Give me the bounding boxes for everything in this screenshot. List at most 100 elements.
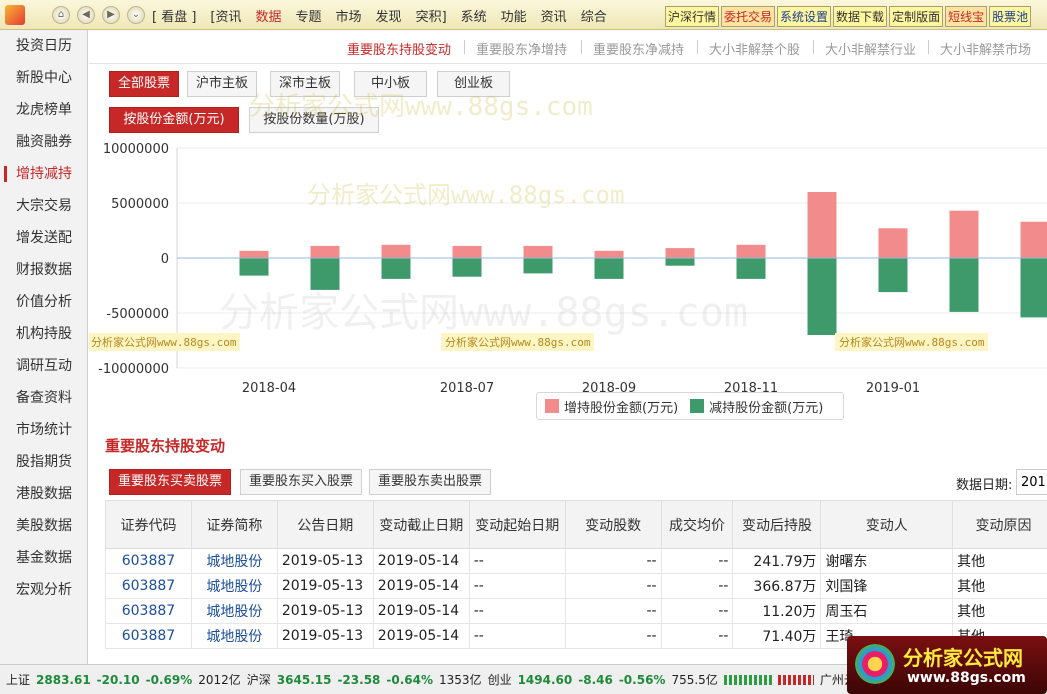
sidebar-item[interactable]: 市场统计 [0, 414, 87, 446]
more-down-icon[interactable]: ⌄ [127, 6, 145, 24]
table-header-cell[interactable]: 成交均价 [660, 500, 734, 549]
main-content: 重要股东持股变动 重要股东净增持 重要股东净减持 大小非解禁个股 大小非解禁行业 大小非解… [89, 30, 1047, 664]
increase-bar [878, 228, 908, 258]
menu-item[interactable]: 系统 [461, 6, 487, 25]
increase-bar [310, 245, 340, 258]
table-header-cell[interactable]: 变动股数 [564, 500, 662, 549]
table-cell: 谢曙东 [820, 548, 954, 574]
table-cell: 366.87万 [732, 573, 822, 599]
sidebar-item[interactable]: 大宗交易 [0, 190, 87, 222]
menu-item[interactable]: 市场 [336, 6, 362, 25]
back-icon[interactable]: ◀ [77, 6, 95, 24]
sidebar-item[interactable]: 基金数据 [0, 542, 87, 574]
filter-all-stocks[interactable]: 全部股票 [109, 71, 179, 97]
mode-by-amount[interactable]: 按股份金额(万元) [109, 107, 239, 133]
tab-separator [697, 40, 698, 54]
sub-tab[interactable]: 重要股东净减持 [593, 39, 684, 58]
table-header-cell[interactable]: 证券代码 [105, 500, 192, 549]
sidebar-item[interactable]: 增持减持 [0, 158, 87, 190]
y-tick-label: -5000000 [106, 307, 169, 322]
sub-tab[interactable]: 重要股东净增持 [476, 39, 567, 58]
sidebar-item[interactable]: 调研互动 [0, 350, 87, 382]
table-cell: 2019-05-13 [276, 573, 374, 599]
stock-name-link[interactable]: 城地股份 [190, 623, 278, 649]
sidebar-item[interactable]: 龙虎榜单 [0, 94, 87, 126]
x-tick-label: 2019-01 [866, 381, 920, 396]
app-logo-icon [5, 5, 25, 25]
index-value: 2883.61 [36, 672, 91, 687]
menu-item[interactable]: 突积] [416, 6, 447, 25]
table-body: 603887 城地股份 2019-05-13 2019-05-14 -- -- -- 241.… [105, 548, 1047, 649]
increase-bar [381, 244, 411, 258]
quick-button[interactable]: 数据下载 [833, 6, 888, 27]
table-row[interactable]: 603887 城地股份 2019-05-13 2019-05-14 -- -- -- 366.… [105, 573, 1047, 599]
quick-button[interactable]: 短线宝 [945, 6, 988, 27]
stock-name-link[interactable]: 城地股份 [190, 548, 278, 574]
table-header-cell[interactable]: 公告日期 [276, 500, 374, 549]
table-header-cell[interactable]: 变动后持股 [732, 500, 822, 549]
menu-item[interactable]: 发现 [376, 6, 402, 25]
data-date-input[interactable] [1016, 469, 1047, 495]
sub-tab[interactable]: 大小非解禁行业 [825, 39, 916, 58]
x-tick-label: 2018-07 [440, 381, 494, 396]
quick-button[interactable]: 系统设置 [777, 6, 832, 27]
table-cell: -- [468, 598, 566, 624]
stock-code-link[interactable]: 603887 [105, 623, 192, 649]
action-buy-sell[interactable]: 重要股东买卖股票 [109, 469, 231, 495]
stock-code-link[interactable]: 603887 [105, 548, 192, 574]
decrease-bar [452, 258, 482, 277]
sidebar-item[interactable]: 财报数据 [0, 254, 87, 286]
sidebar-item[interactable]: 美股数据 [0, 510, 87, 542]
flower-logo-icon [855, 644, 895, 684]
tab-separator [464, 40, 465, 54]
table-row[interactable]: 603887 城地股份 2019-05-13 2019-05-14 -- -- -- 11.2… [105, 598, 1047, 624]
table-cell: 2019-05-13 [276, 598, 374, 624]
table-header-cell[interactable]: 变动原因 [952, 500, 1047, 549]
sidebar-item[interactable]: 增发送配 [0, 222, 87, 254]
stock-code-link[interactable]: 603887 [105, 573, 192, 599]
sidebar-item[interactable]: 价值分析 [0, 286, 87, 318]
sidebar-item[interactable]: 融资融券 [0, 126, 87, 158]
table-row[interactable]: 603887 城地股份 2019-05-13 2019-05-14 -- -- -- 241.… [105, 548, 1047, 574]
sidebar-item[interactable]: 备查资料 [0, 382, 87, 414]
table-cell: -- [660, 573, 734, 599]
decrease-bar [949, 258, 979, 312]
sub-tab[interactable]: 大小非解禁个股 [709, 39, 800, 58]
quick-button[interactable]: 沪深行情 [665, 6, 720, 27]
stock-code-link[interactable]: 603887 [105, 598, 192, 624]
sidebar-item[interactable]: 港股数据 [0, 478, 87, 510]
table-cell: -- [468, 623, 566, 649]
menu-item[interactable]: [资讯 [210, 6, 241, 25]
sidebar-item[interactable]: 新股中心 [0, 62, 87, 94]
home-icon[interactable]: ⌂ [52, 6, 70, 24]
menu-item[interactable]: [ 看盘 ] [152, 6, 196, 25]
menu-item[interactable]: 数据 [256, 6, 282, 25]
sidebar-item[interactable]: 投资日历 [0, 30, 87, 62]
table-header-cell[interactable]: 变动起始日期 [468, 500, 566, 549]
table-header-cell[interactable]: 变动人 [820, 500, 954, 549]
sidebar-item[interactable]: 股指期货 [0, 446, 87, 478]
quick-button[interactable]: 定制版面 [889, 6, 944, 27]
legend-label-increase: 增持股份金额(万元) [564, 400, 679, 416]
filter-sh-main[interactable]: 沪市主板 [187, 71, 257, 97]
menu-item[interactable]: 资讯 [541, 6, 567, 25]
forward-icon[interactable]: ▶ [102, 6, 120, 24]
sub-tab[interactable]: 大小非解禁市场 [940, 39, 1031, 58]
action-buy[interactable]: 重要股东买入股票 [240, 469, 362, 495]
table-header-cell[interactable]: 变动截止日期 [372, 500, 470, 549]
quick-button[interactable]: 股票池 [989, 6, 1032, 27]
sub-tab[interactable]: 重要股东持股变动 [347, 39, 451, 58]
action-sell[interactable]: 重要股东卖出股票 [369, 469, 491, 495]
index-label: 沪深 [246, 673, 271, 687]
menu-item[interactable]: 综合 [581, 6, 607, 25]
index-volume: 1353亿 [439, 673, 482, 687]
sidebar-item[interactable]: 机构持股 [0, 318, 87, 350]
menu-item[interactable]: 专题 [296, 6, 322, 25]
stock-name-link[interactable]: 城地股份 [190, 573, 278, 599]
stock-name-link[interactable]: 城地股份 [190, 598, 278, 624]
increase-bar [736, 244, 766, 258]
table-header-cell[interactable]: 证券简称 [190, 500, 278, 549]
sidebar-item[interactable]: 宏观分析 [0, 574, 87, 606]
quick-button[interactable]: 委托交易 [721, 6, 776, 27]
menu-item[interactable]: 功能 [501, 6, 527, 25]
